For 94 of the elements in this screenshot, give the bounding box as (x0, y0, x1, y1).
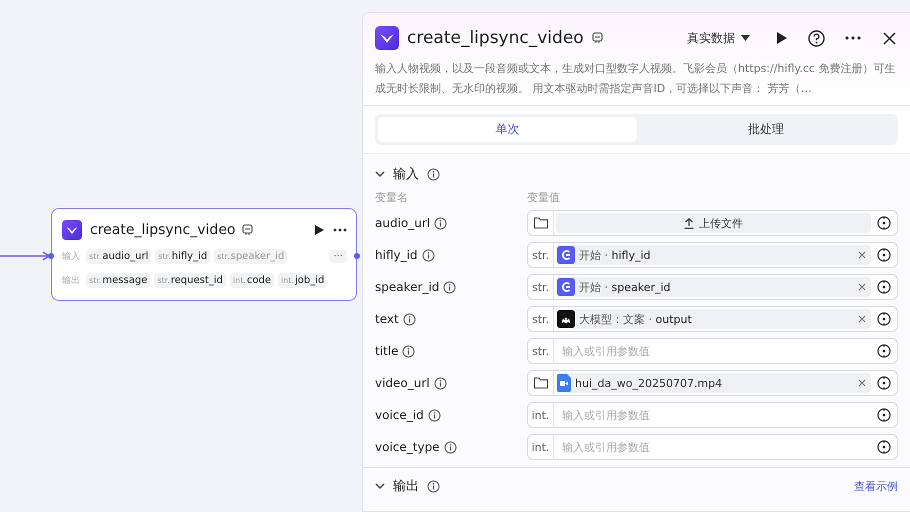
upload-icon (684, 218, 694, 228)
caret-icon (741, 35, 750, 41)
input-port[interactable] (48, 253, 54, 259)
value-field[interactable]: str. 开始 · speaker_id (527, 274, 898, 300)
file-name: hui_da_wo_20250707.mp4 (575, 376, 722, 390)
view-example-link[interactable]: 查看示例 (854, 478, 898, 494)
plugin-node-card[interactable]: create_lipsync_video 输入 str.audio_url str.hifly_id str.speaker_id ··· 输出 str.message str.request_id int.code int.job_id (51, 208, 357, 301)
variable-picker-icon (877, 280, 891, 294)
variable-picker-icon (877, 248, 891, 262)
clear-icon (858, 251, 866, 259)
model-node-icon (557, 310, 575, 328)
folder-icon (532, 375, 548, 391)
info-icon (443, 280, 456, 294)
info-icon (427, 480, 440, 492)
info-icon (428, 408, 441, 422)
folder-icon (532, 215, 548, 231)
video-file-icon (557, 374, 571, 392)
reference-value: 开始 · hifly_id (579, 248, 651, 262)
more-icon (333, 228, 347, 232)
row-label: 输出 (62, 274, 80, 287)
type-label: int. (528, 435, 554, 459)
section-title: 输出 (393, 478, 419, 495)
parameter-tag: int.job_id (278, 273, 328, 288)
parameter-tag: str.speaker_id (214, 249, 288, 264)
variable-name: audio_url (375, 216, 430, 230)
plugin-description: 输入人物视频，以及一段音频或文本，生成对口型数字人视频。飞影会员（https://hifly.cc 免费注册）可生成无时长限制、无水印的视频。 用文本驱动时需指定声音ID，可选择以下声音： 芳芳（… (375, 61, 896, 97)
clear-icon (858, 315, 866, 323)
info-icon (434, 216, 448, 230)
type-label: str. (528, 339, 554, 363)
variable-name: text (375, 312, 399, 326)
column-header: 变量值 (527, 190, 561, 205)
value-input[interactable]: 输入或引用参数值 (554, 440, 871, 454)
type-label: str. (528, 243, 554, 267)
help-icon (808, 30, 825, 46)
panel-title: create_lipsync_video (407, 28, 584, 48)
info-icon (427, 168, 440, 180)
type-label: str. (528, 275, 554, 299)
parameter-tag: str.request_id (154, 273, 226, 288)
reference-value: 开始 · speaker_id (579, 280, 671, 294)
input-field[interactable]: int. 输入或引用参数值 (527, 434, 898, 460)
info-icon (402, 312, 416, 326)
type-label: int. (528, 403, 554, 427)
type-label: str. (528, 307, 554, 331)
variable-picker-icon (877, 440, 891, 454)
variable-picker-icon (877, 376, 891, 390)
more-button[interactable]: ··· (329, 250, 347, 263)
variable-picker-icon (877, 344, 891, 358)
variable-name: hifly_id (375, 248, 418, 262)
play-icon (776, 31, 788, 45)
variable-picker-icon (877, 312, 891, 326)
parameter-tag: str.audio_url (86, 249, 152, 264)
row-label: 输入 (62, 250, 80, 263)
parameter-tag: str.hifly_id (155, 249, 210, 264)
start-node-icon (557, 246, 575, 264)
data-mode-dropdown[interactable]: 真实数据 (683, 28, 754, 48)
plugin-logo-icon (375, 26, 399, 50)
close-icon (883, 32, 896, 44)
plugin-logo-icon (62, 220, 82, 240)
variable-name: voice_id (375, 408, 424, 422)
column-header: 变量名 (375, 190, 409, 205)
section-title: 输入 (393, 166, 419, 183)
debug-icon (242, 224, 252, 236)
variable-name: speaker_id (375, 280, 440, 294)
play-icon (314, 224, 325, 236)
value-field[interactable]: str. 大模型：文案 · output (527, 306, 898, 332)
start-node-icon (557, 278, 575, 296)
value-field[interactable]: str. 开始 · hifly_id (527, 242, 898, 268)
mode-tab[interactable]: 单次 (378, 117, 636, 142)
variable-picker-icon (877, 216, 891, 230)
input-field[interactable]: int. 输入或引用参数值 (527, 402, 898, 428)
mode-tab[interactable]: 批处理 (636, 117, 895, 142)
parameter-tag: int.code (230, 273, 274, 288)
parameter-tag: str.message (86, 273, 150, 288)
value-input[interactable]: 输入或引用参数值 (554, 408, 871, 422)
info-icon (422, 248, 435, 262)
clear-icon (858, 379, 866, 387)
value-field[interactable]: 上传文件 (527, 210, 898, 236)
info-icon (444, 440, 457, 454)
debug-icon (592, 32, 603, 44)
output-port[interactable] (354, 253, 360, 259)
info-icon (402, 344, 416, 358)
value-input[interactable]: 输入或引用参数值 (554, 344, 871, 358)
info-icon (434, 376, 447, 390)
variable-picker-icon (877, 408, 891, 422)
value-field[interactable]: hui_da_wo_20250707.mp4 (527, 370, 898, 396)
variable-name: voice_type (375, 440, 440, 454)
variable-name: video_url (375, 376, 430, 390)
node-title: create_lipsync_video (90, 222, 236, 238)
more-icon (845, 36, 861, 40)
input-field[interactable]: str. 输入或引用参数值 (527, 338, 898, 364)
variable-name: title (375, 344, 398, 358)
upload-button[interactable]: 上传文件 (556, 213, 871, 233)
clear-icon (858, 283, 866, 291)
reference-value: 大模型：文案 · output (579, 312, 692, 326)
